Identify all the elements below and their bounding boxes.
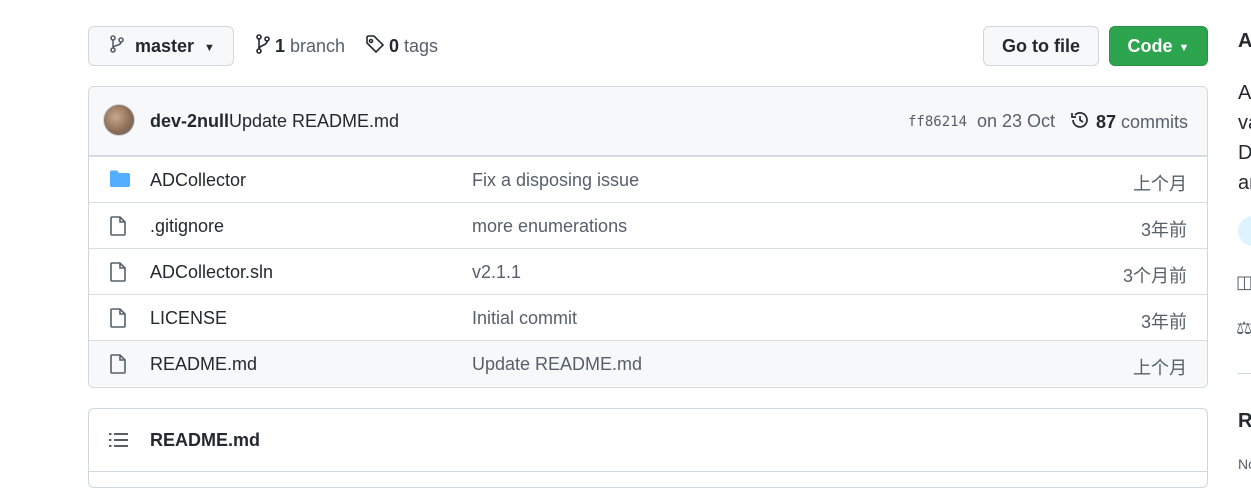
branches-link[interactable]: 1 branch (255, 34, 345, 59)
file-row[interactable]: ADCollector Fix a disposing issue 上个月 (89, 156, 1207, 202)
file-row[interactable]: ADCollector.sln v2.1.1 3个月前 (89, 248, 1207, 294)
about-text-line: D (1238, 142, 1251, 164)
list-unordered-icon[interactable] (109, 431, 129, 454)
license-icon: ⚖ (1236, 318, 1251, 338)
file-age: 上个月 (1133, 358, 1187, 378)
file-row[interactable]: README.md Update README.md 上个月 (89, 340, 1207, 386)
topic-tag[interactable] (1238, 216, 1251, 246)
releases-subtext: No (1238, 456, 1251, 472)
file-name-link[interactable]: ADCollector.sln (150, 262, 273, 283)
branch-name: master (135, 35, 195, 56)
commit-sha-link[interactable]: ff86214 (908, 114, 967, 130)
file-commit-message-link[interactable]: more enumerations (472, 216, 627, 237)
commit-date: on 23 Oct (977, 111, 1056, 131)
tags-link[interactable]: 0 tags (365, 34, 438, 59)
file-row[interactable]: LICENSE Initial commit 3年前 (89, 294, 1207, 340)
file-name-link[interactable]: .gitignore (150, 216, 224, 237)
code-button-label: Code (1127, 35, 1173, 56)
file-age: 3年前 (1140, 220, 1187, 240)
file-commit-message-link[interactable]: v2.1.1 (472, 262, 521, 283)
readme-box: README.md (88, 408, 1208, 488)
chevron-down-icon: ▼ (1178, 41, 1190, 54)
about-text-line: va (1238, 112, 1251, 134)
commit-count: 87 (1096, 112, 1117, 132)
history-icon (1070, 110, 1090, 135)
file-row[interactable]: .gitignore more enumerations 3年前 (89, 202, 1207, 248)
commit-message-link[interactable]: Update README.md (229, 111, 399, 132)
readme-icon: ◫ (1236, 272, 1251, 292)
sidebar-divider (1238, 373, 1251, 374)
tag-word: tags (404, 36, 439, 56)
git-branch-icon (109, 34, 125, 58)
git-branch-icon (255, 34, 271, 59)
file-name-link[interactable]: README.md (150, 354, 257, 375)
file-icon (109, 308, 127, 333)
file-icon (109, 354, 127, 379)
file-commit-message-link[interactable]: Fix a disposing issue (472, 170, 639, 191)
branch-select-button[interactable]: master ▼ (88, 26, 234, 66)
chevron-down-icon: ▼ (204, 41, 215, 54)
avatar[interactable] (103, 104, 135, 136)
commits-history-link[interactable]: 87 commits (1070, 110, 1188, 135)
file-icon (109, 216, 127, 241)
releases-heading: R (1238, 410, 1251, 432)
commit-author-link[interactable]: dev-2null (150, 111, 229, 132)
file-icon (109, 262, 127, 287)
folder-icon (109, 170, 131, 193)
about-text-line: A (1238, 82, 1251, 104)
file-age: 上个月 (1133, 174, 1187, 194)
file-commit-message-link[interactable]: Initial commit (472, 308, 577, 329)
latest-commit-bar: dev-2null Update README.md ff86214 on 23… (89, 87, 1207, 156)
branch-count: 1 (275, 36, 286, 56)
file-name-link[interactable]: LICENSE (150, 308, 227, 329)
branch-word: branch (290, 36, 346, 56)
go-to-file-button[interactable]: Go to file (983, 26, 1099, 66)
file-age: 3年前 (1140, 312, 1187, 332)
file-list-box: dev-2null Update README.md ff86214 on 23… (88, 86, 1208, 388)
about-text-line: ar (1238, 172, 1251, 194)
commit-word: commits (1121, 112, 1189, 132)
code-button[interactable]: Code ▼ (1109, 26, 1208, 66)
file-name-link[interactable]: ADCollector (150, 170, 246, 191)
readme-header: README.md (89, 409, 1207, 472)
tag-count: 0 (389, 36, 400, 56)
file-commit-message-link[interactable]: Update README.md (472, 354, 642, 375)
readme-title-link[interactable]: README.md (150, 430, 260, 451)
tag-icon (365, 34, 385, 59)
about-heading: A (1238, 30, 1251, 52)
file-age: 3个月前 (1122, 266, 1187, 286)
